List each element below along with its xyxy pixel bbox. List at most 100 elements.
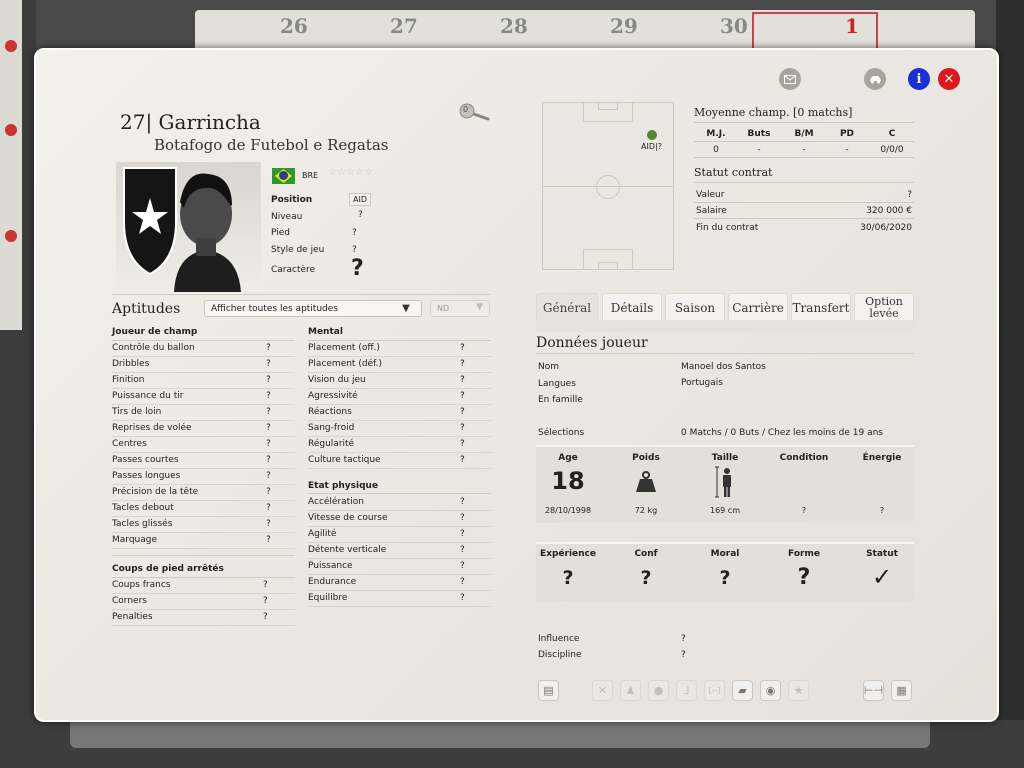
tab-season[interactable]: Saison (665, 293, 725, 321)
height-icon (714, 466, 736, 502)
bracket-button[interactable]: [--] (704, 680, 725, 701)
position-value[interactable]: AID (349, 193, 371, 206)
tab-option[interactable]: Option levée (854, 293, 914, 321)
position-marker-label: AID|? (641, 142, 662, 151)
document-icon: ▤ (543, 684, 554, 697)
physical-header: Taille (711, 453, 739, 463)
weight-icon (634, 470, 658, 498)
divider (694, 157, 914, 158)
eye-icon: ◉ (765, 684, 776, 697)
data-value: 0 Matchs / 0 Buts / Chez les moins de 19… (681, 428, 883, 438)
info-icon: i (916, 71, 922, 87)
attribute-row: Marquage? (112, 533, 295, 549)
training-icon: ♟ (625, 684, 636, 697)
attribute-value: ? (460, 407, 465, 417)
player-name: Garrincha (158, 110, 261, 134)
attribute-label: Sang-froid (308, 423, 355, 433)
attribute-value: ? (460, 455, 465, 465)
extra-label: Influence (538, 634, 580, 644)
training-button[interactable]: ♟ (620, 680, 641, 701)
birthdate-value: 28/10/1998 (544, 506, 592, 515)
attribute-value: ? (266, 439, 271, 449)
data-label: Langues (538, 379, 576, 389)
dumbbell-button[interactable]: ⊢⊣ (863, 680, 884, 701)
attribute-value: ? (460, 423, 465, 433)
aptitudes-dropdown[interactable]: Afficher toutes les aptitudes ▼ (204, 300, 422, 317)
chevron-down-icon[interactable]: ▼ (391, 301, 421, 316)
zoom-button[interactable]: 0 (458, 102, 492, 124)
nationality: BRE (302, 171, 319, 180)
star-button[interactable]: ★ (788, 680, 809, 701)
info-button[interactable]: i (908, 68, 930, 90)
foot-label: Pied (271, 228, 290, 238)
kick-icon: ⅃ (683, 684, 690, 697)
attribute-row: Tacles glissés? (112, 517, 295, 533)
attribute-label: Tirs de loin (112, 407, 162, 417)
attribute-row: Passes longues? (112, 469, 295, 485)
field-player-heading: Joueur de champ (112, 327, 198, 337)
pitch-diagram: AID|? (542, 102, 674, 270)
data-value: Manoel dos Santos (681, 362, 766, 372)
season-header: PD (839, 129, 855, 139)
attribute-row: Placement (déf.)? (308, 357, 491, 373)
tactics-icon: ✕ (597, 684, 608, 697)
physical-header: Condition (779, 453, 829, 463)
divider (694, 141, 914, 142)
attribute-value: ? (460, 513, 465, 523)
attribute-value: ? (460, 497, 465, 507)
attribute-value: ? (266, 407, 271, 417)
season-value: - (802, 145, 806, 155)
contract-value: 320 000 € (866, 206, 912, 216)
attribute-row: Reprises de volée? (112, 421, 295, 437)
alert-dot (5, 40, 17, 52)
report-button[interactable]: ▦ (891, 680, 912, 701)
whistle-button[interactable]: ▰ (732, 680, 753, 701)
attribute-row: Endurance? (308, 575, 491, 591)
attribute-row: Corners? (112, 594, 295, 610)
calendar-day: 30 (720, 14, 748, 38)
contract-title: Statut contrat (694, 166, 773, 179)
divider (694, 202, 914, 203)
mood-header: Expérience (540, 549, 596, 559)
attribute-row: Agilité? (308, 527, 491, 543)
whistle-icon: ▰ (738, 684, 747, 697)
attribute-label: Contrôle du ballon (112, 343, 195, 353)
attribute-label: Culture tactique (308, 455, 381, 465)
season-header: M.J. (706, 129, 726, 139)
tab-career[interactable]: Carrière (728, 293, 788, 321)
attribute-row: Culture tactique? (308, 453, 491, 469)
player-profile-panel: i ✕ 27| Garrincha Botafogo de Futebol e … (34, 48, 999, 722)
attribute-row: Vision du jeu? (308, 373, 491, 389)
aptitudes-title: Aptitudes (112, 301, 181, 317)
attribute-label: Précision de la tête (112, 487, 199, 497)
tab-transfer[interactable]: Transfert (791, 293, 851, 321)
mood-header: Forme (788, 549, 820, 559)
player-data-title: Données joueur (536, 335, 648, 351)
document-button[interactable]: ▤ (538, 680, 559, 701)
close-button[interactable]: ✕ (938, 68, 960, 90)
height-value: 169 cm (709, 506, 740, 515)
nd-dropdown[interactable]: ND ▼ (430, 300, 490, 317)
chat-button[interactable]: ● (648, 680, 669, 701)
eye-button[interactable]: ◉ (760, 680, 781, 701)
mail-button[interactable] (779, 68, 801, 90)
position-marker (647, 130, 657, 140)
attribute-label: Marquage (112, 535, 158, 545)
attribute-value: ? (266, 423, 271, 433)
tab-details[interactable]: Détails (602, 293, 662, 321)
attribute-label: Détente verticale (308, 545, 387, 555)
attribute-row: Détente verticale? (308, 543, 491, 559)
player-title: 27| Garrincha (120, 110, 261, 134)
tactics-button[interactable]: ✕ (592, 680, 613, 701)
divider (112, 555, 295, 556)
kick-button[interactable]: ⅃ (676, 680, 697, 701)
attribute-value: ? (460, 577, 465, 587)
tab-general[interactable]: Général (536, 293, 598, 321)
car-button[interactable] (864, 68, 886, 90)
attribute-row: Tirs de loin? (112, 405, 295, 421)
attribute-row: Puissance? (308, 559, 491, 575)
attribute-label: Corners (112, 596, 147, 606)
club-name[interactable]: Botafogo de Futebol e Regatas (154, 136, 388, 154)
character-label: Caractère (271, 265, 316, 275)
mood-header: Moral (710, 549, 740, 559)
